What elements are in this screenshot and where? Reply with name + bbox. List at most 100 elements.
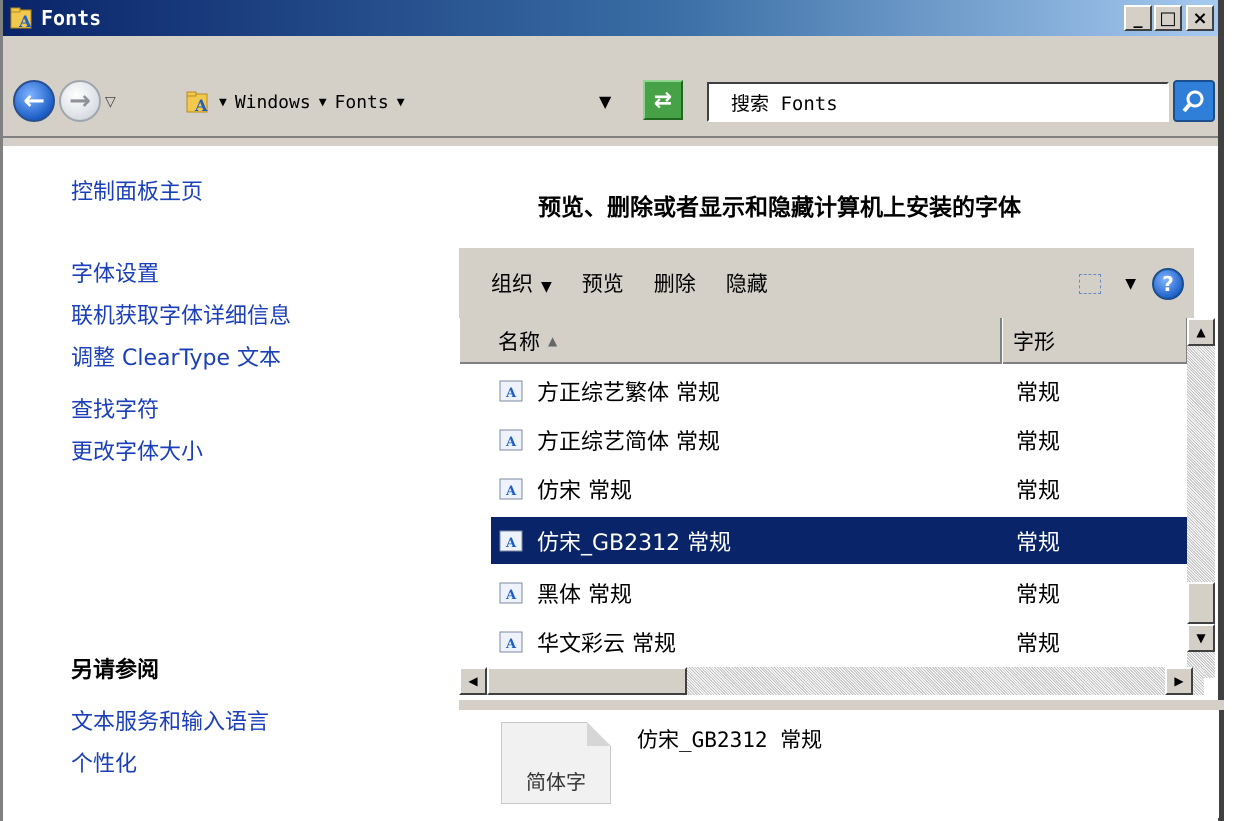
- font-file-icon: A: [499, 428, 525, 452]
- font-name: 方正综艺繁体 常规: [537, 380, 720, 406]
- page-title: 预览、删除或者显示和隐藏计算机上安装的字体: [538, 195, 1021, 221]
- delete-button[interactable]: 删除: [654, 268, 696, 298]
- scroll-down-button[interactable]: ▼: [1187, 624, 1215, 652]
- refresh-button[interactable]: ⇄: [643, 80, 683, 120]
- column-header-name[interactable]: 名称 ▲: [459, 318, 1002, 364]
- table-row[interactable]: A 方正综艺简体 常规 常规: [491, 416, 1189, 463]
- organize-label: 组织: [491, 272, 533, 296]
- hide-button[interactable]: 隐藏: [726, 268, 768, 298]
- back-button[interactable]: ←: [13, 80, 55, 122]
- font-style: 常规: [1016, 429, 1061, 455]
- address-dropdown-icon[interactable]: ▼: [599, 92, 611, 111]
- selected-font-name: 仿宋_GB2312 常规: [637, 728, 823, 752]
- details-pane-divider[interactable]: [459, 700, 1224, 710]
- close-button[interactable]: ×: [1186, 5, 1214, 31]
- breadcrumb-fonts[interactable]: Fonts: [335, 92, 389, 113]
- change-font-size-link[interactable]: 更改字体大小: [71, 434, 203, 466]
- search-button[interactable]: [1173, 80, 1215, 122]
- maximize-button[interactable]: □: [1154, 5, 1182, 31]
- title-bar[interactable]: A Fonts _ □ ×: [3, 0, 1218, 36]
- sort-ascending-icon: ▲: [548, 334, 558, 348]
- scroll-right-button[interactable]: ▶: [1165, 667, 1193, 695]
- chevron-down-icon: ▼: [541, 279, 552, 295]
- command-toolbar: 组织 ▼ 预览 删除 隐藏 ▼ ?: [459, 248, 1194, 318]
- forward-button[interactable]: →: [59, 80, 101, 122]
- view-options-icon[interactable]: [1079, 274, 1102, 294]
- preview-sample-text: 简体字: [526, 770, 586, 794]
- fonts-folder-icon: A: [9, 5, 35, 31]
- arrow-right-icon: ▶: [1174, 674, 1184, 688]
- vertical-scrollbar[interactable]: ▲ ▼: [1187, 318, 1215, 678]
- text-services-link[interactable]: 文本服务和输入语言: [71, 704, 269, 736]
- scroll-up-button[interactable]: ▲: [1187, 318, 1215, 346]
- table-row[interactable]: A 仿宋 常规 常规: [491, 465, 1189, 512]
- column-headers: 名称 ▲ 字形: [459, 318, 1193, 364]
- recent-pages-dropdown-icon[interactable]: ▽: [105, 94, 116, 110]
- search-icon: [1182, 90, 1204, 113]
- horizontal-scrollbar[interactable]: ◀ ▶: [459, 667, 1204, 695]
- font-style: 常规: [1016, 631, 1061, 657]
- font-style: 常规: [1016, 380, 1061, 406]
- font-file-icon: A: [499, 379, 525, 403]
- svg-text:A: A: [505, 536, 517, 551]
- svg-text:A: A: [505, 435, 517, 450]
- horizontal-scroll-thumb[interactable]: [487, 667, 687, 695]
- help-icon[interactable]: ?: [1152, 268, 1184, 300]
- table-row[interactable]: A 黑体 常规 常规: [491, 569, 1189, 616]
- font-file-icon: A: [499, 581, 525, 605]
- get-font-info-online-link[interactable]: 联机获取字体详细信息: [71, 298, 291, 330]
- column-header-name-label: 名称: [498, 330, 540, 354]
- table-row[interactable]: A 方正综艺繁体 常规 常规: [491, 367, 1189, 414]
- search-input[interactable]: 搜索 Fonts: [707, 82, 1169, 122]
- svg-text:A: A: [505, 588, 517, 603]
- font-name: 黑体 常规: [537, 582, 632, 608]
- table-row-selected[interactable]: A 仿宋_GB2312 常规 常规: [491, 517, 1189, 564]
- vertical-scroll-thumb[interactable]: [1187, 582, 1215, 624]
- font-file-icon: A: [499, 630, 525, 654]
- font-style: 常规: [1016, 582, 1061, 608]
- scroll-left-button[interactable]: ◀: [459, 667, 487, 695]
- adjust-cleartype-link[interactable]: 调整 ClearType 文本: [71, 340, 281, 372]
- svg-text:A: A: [18, 12, 32, 31]
- breadcrumb-separator-icon[interactable]: ▼: [219, 95, 227, 110]
- personalization-link[interactable]: 个性化: [71, 746, 137, 778]
- table-row[interactable]: A 华文彩云 常规 常规: [491, 618, 1189, 665]
- preview-button[interactable]: 预览: [582, 268, 624, 298]
- organize-button[interactable]: 组织 ▼: [491, 268, 552, 298]
- search-placeholder: 搜索 Fonts: [731, 92, 838, 115]
- font-settings-link[interactable]: 字体设置: [71, 256, 159, 288]
- font-rows: A 方正综艺繁体 常规 常规 A 方正综艺简体 常规 常规 A 仿宋 常规 常规: [459, 364, 1189, 680]
- font-name: 华文彩云 常规: [537, 631, 676, 657]
- address-bar[interactable]: A ▼ Windows ▼ Fonts ▼: [181, 82, 641, 122]
- view-chevron-down-icon[interactable]: ▼: [1125, 276, 1136, 292]
- font-file-icon: A: [499, 477, 525, 501]
- breadcrumb-separator-icon[interactable]: ▼: [397, 95, 405, 110]
- toolbar-right-group: ▼ ?: [1079, 268, 1184, 300]
- column-header-style[interactable]: 字形: [1002, 318, 1188, 364]
- fonts-window: A Fonts _ □ × ← → ▽ A ▼ Windows ▼ Fonts …: [0, 0, 1224, 821]
- breadcrumb-separator-icon[interactable]: ▼: [319, 95, 327, 110]
- breadcrumb-windows[interactable]: Windows: [235, 92, 311, 113]
- forward-arrow-icon: →: [69, 86, 91, 116]
- column-header-style-label: 字形: [1013, 330, 1055, 354]
- see-also-heading: 另请参阅: [71, 658, 160, 683]
- left-task-pane: 控制面板主页 字体设置 联机获取字体详细信息 调整 ClearType 文本 查…: [3, 148, 443, 818]
- control-panel-home-link[interactable]: 控制面板主页: [71, 174, 203, 206]
- svg-text:A: A: [505, 386, 517, 401]
- font-list: 名称 ▲ 字形 A 方正综艺繁体 常规 常规 A 方正综艺简体 常规 常规 A …: [459, 318, 1215, 706]
- address-folder-icon: A: [185, 88, 211, 116]
- caption-buttons: _ □ ×: [1124, 5, 1214, 31]
- refresh-icon: ⇄: [653, 87, 673, 113]
- arrow-up-icon: ▲: [1196, 325, 1206, 339]
- navigation-bar: ← → ▽ A ▼ Windows ▼ Fonts ▼ ▼ ⇄ 搜索 Fonts: [3, 36, 1218, 146]
- find-character-link[interactable]: 查找字符: [71, 392, 159, 424]
- minimize-button[interactable]: _: [1124, 5, 1152, 31]
- arrow-left-icon: ◀: [468, 674, 478, 688]
- back-arrow-icon: ←: [23, 86, 45, 116]
- font-name: 方正综艺简体 常规: [537, 429, 720, 455]
- font-name: 仿宋 常规: [537, 478, 632, 504]
- font-preview-thumbnail: 简体字: [501, 722, 611, 804]
- details-pane: 简体字 仿宋_GB2312 常规: [459, 710, 1219, 818]
- svg-text:A: A: [505, 637, 517, 652]
- svg-text:A: A: [194, 96, 208, 115]
